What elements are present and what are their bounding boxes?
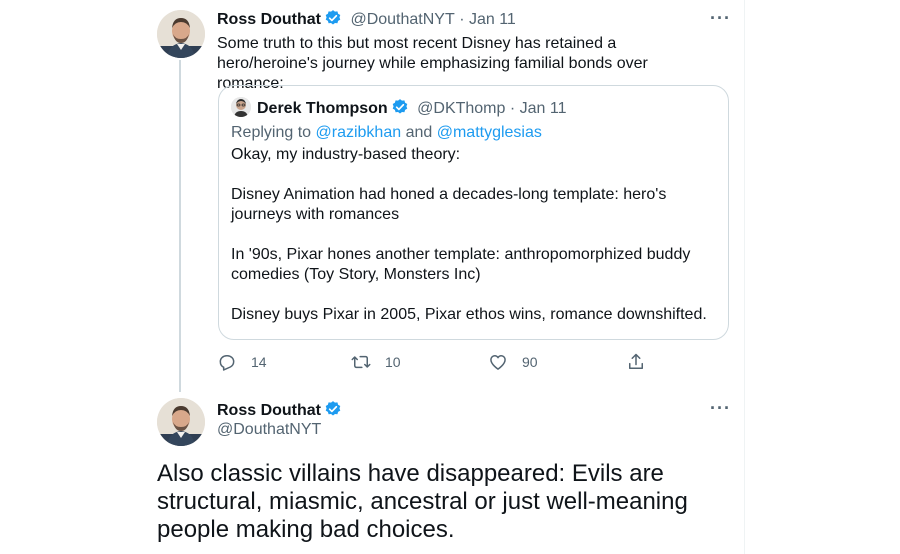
quoted-paragraph: Disney Animation had honed a decades-lon… [231, 186, 667, 223]
mention-link[interactable]: @razibkhan [316, 124, 402, 141]
tweet-text: Also classic villains have disappeared: … [157, 460, 688, 543]
author-name[interactable]: Ross Douthat [217, 11, 321, 28]
quoted-paragraph: In '90s, Pixar hones another template: a… [231, 246, 691, 283]
author-name[interactable]: Ross Douthat [217, 402, 321, 419]
retweet-icon [351, 355, 371, 369]
more-options-icon[interactable]: ··· [710, 8, 731, 29]
reply-button[interactable]: 14 [217, 352, 267, 372]
quoted-paragraph: Okay, my industry-based theory: [231, 146, 461, 163]
replying-and: and [401, 124, 437, 141]
reply-count: 14 [251, 354, 267, 370]
verified-badge-icon [324, 400, 342, 418]
quoted-tweet[interactable]: Derek Thompson @DKThomp · Jan 11 Replyin… [218, 85, 729, 340]
tweet-header: Ross Douthat @DouthatNYT · Jan 11 [217, 9, 516, 29]
tweet-date[interactable]: · Jan 11 [459, 11, 516, 28]
reply-icon [219, 355, 235, 371]
share-icon [629, 353, 643, 369]
thread-line [179, 60, 181, 392]
avatar[interactable] [157, 398, 205, 446]
tweet-header: Ross Douthat [217, 400, 342, 420]
column-divider [744, 0, 745, 554]
like-icon [490, 355, 506, 370]
replying-prefix: Replying to [231, 124, 316, 141]
more-options-icon[interactable]: ··· [710, 398, 731, 419]
author-handle[interactable]: @DouthatNYT [350, 11, 454, 28]
retweet-button[interactable]: 10 [351, 352, 401, 372]
share-button[interactable] [626, 352, 660, 372]
quoted-author-name[interactable]: Derek Thompson [257, 100, 388, 117]
author-handle[interactable]: @DouthatNYT [217, 421, 321, 439]
mention-link[interactable]: @mattyglesias [437, 124, 542, 141]
replying-to: Replying to @razibkhan and @mattyglesias [231, 124, 542, 142]
retweet-count: 10 [385, 354, 401, 370]
tweet-actions: 14 10 90 [217, 352, 657, 376]
quoted-tweet-header: Derek Thompson @DKThomp · Jan 11 [231, 97, 566, 118]
quoted-tweet-text: Okay, my industry-based theory: Disney A… [231, 145, 716, 345]
like-button[interactable]: 90 [488, 352, 538, 372]
quoted-avatar [231, 97, 251, 117]
quoted-tweet-date[interactable]: · Jan 11 [510, 100, 567, 117]
quoted-paragraph: Disney buys Pixar in 2005, Pixar ethos w… [231, 306, 707, 323]
avatar[interactable] [157, 10, 205, 58]
verified-badge-icon [391, 98, 409, 116]
like-count: 90 [522, 354, 538, 370]
quoted-author-handle[interactable]: @DKThomp [417, 100, 505, 117]
verified-badge-icon [324, 9, 342, 27]
